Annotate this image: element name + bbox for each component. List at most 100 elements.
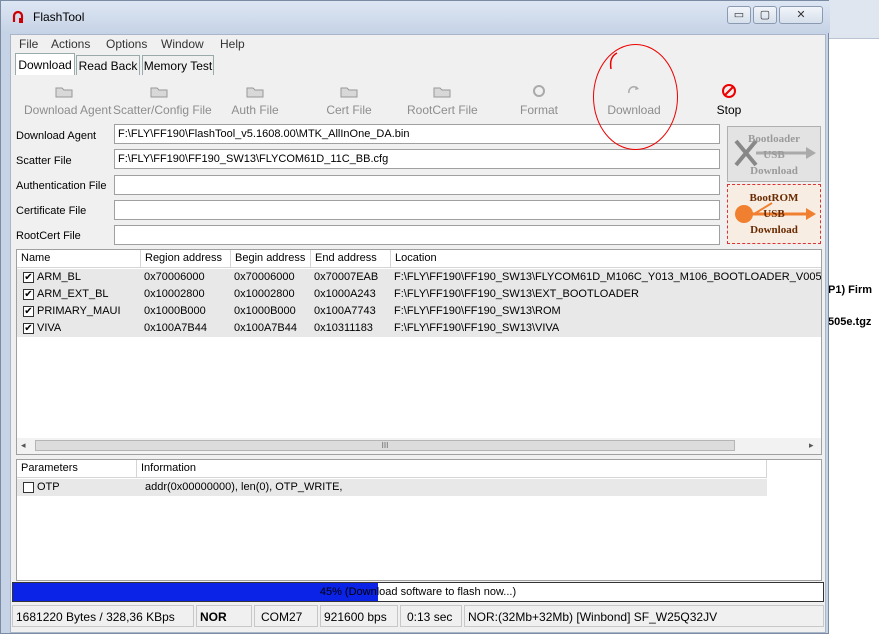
scroll-thumb[interactable]: III	[35, 440, 735, 451]
download-agent-button[interactable]: Download Agent	[24, 83, 112, 119]
cell-begin: 0x1000B000	[234, 305, 296, 317]
menu-window[interactable]: Window	[161, 37, 204, 51]
row-checkbox[interactable]: ✔	[23, 306, 34, 317]
status-time: 0:13 sec	[400, 605, 462, 627]
bootrom-line1: BootROM	[749, 192, 799, 204]
rootcert-file-label: RootCert File	[407, 103, 478, 117]
folder-open-icon	[150, 87, 168, 98]
column-header-information[interactable]: Information	[137, 460, 767, 477]
column-header-parameters[interactable]: Parameters	[17, 460, 137, 477]
menu-file[interactable]: File	[19, 37, 38, 51]
cell-location: F:\FLY\FF190\FF190_SW13\EXT_BOOTLOADER	[394, 288, 639, 300]
tab-read-back[interactable]: Read Back	[76, 55, 140, 75]
row-checkbox[interactable]: ✔	[23, 289, 34, 300]
column-header-name[interactable]: Name	[17, 250, 141, 267]
column-header-begin[interactable]: Begin address	[231, 250, 311, 267]
cert-file-label: Cert File	[326, 103, 372, 117]
certificate-file-field[interactable]	[114, 200, 720, 220]
scroll-left-arrow-icon[interactable]: ◂	[21, 440, 26, 451]
table-row[interactable]: ✔ ARM_EXT_BL 0x10002800 0x10002800 0x1000A24…	[17, 286, 821, 303]
cell-region: 0x70006000	[144, 271, 205, 283]
download-agent-field-label: Download Agent	[16, 130, 97, 142]
cell-name: ARM_BL	[37, 271, 82, 283]
cell-end: 0x70007EAB	[314, 271, 379, 283]
background-divider	[822, 38, 879, 39]
row-checkbox[interactable]: ✔	[23, 323, 34, 334]
parameters-header: Parameters Information	[17, 460, 767, 478]
cell-end: 0x100A7743	[314, 305, 376, 317]
cell-name: PRIMARY_MAUI	[37, 305, 121, 317]
bootrom-usb-download-button[interactable]: BootROM USB Download	[727, 184, 821, 244]
table-row[interactable]: ✔ VIVA 0x100A7B44 0x100A7B44 0x10311183 F:\FL…	[17, 320, 821, 337]
table-row[interactable]: OTP addr(0x00000000), len(0), OTP_WRITE,	[17, 479, 767, 496]
minimize-button[interactable]: ▭	[727, 6, 751, 24]
param-info: addr(0x00000000), len(0), OTP_WRITE,	[145, 481, 343, 493]
folder-open-icon	[246, 87, 264, 98]
auth-file-label: Auth File	[231, 103, 279, 117]
bootrom-line3: Download	[750, 224, 798, 236]
row-checkbox[interactable]: ✔	[23, 272, 34, 283]
cell-region: 0x1000B000	[144, 305, 206, 317]
status-baud: 921600 bps	[320, 605, 398, 627]
title-bar: FlashTool ▭ ▢ ✕	[1, 1, 830, 33]
folder-open-icon	[55, 87, 73, 98]
format-label: Format	[519, 103, 558, 117]
column-header-location[interactable]: Location	[391, 250, 821, 267]
flashtool-window: FlashTool ▭ ▢ ✕ File Actions Options Win…	[0, 0, 830, 634]
background-text-2: 505e.tgz	[828, 316, 872, 328]
rootcert-file-button[interactable]: RootCert File	[407, 83, 478, 119]
format-icon	[533, 85, 545, 97]
status-type: NOR	[196, 605, 252, 627]
stop-icon	[722, 84, 736, 98]
cell-begin: 0x10002800	[234, 288, 295, 300]
bootrom-line2: USB	[763, 208, 785, 220]
cell-begin: 0x70006000	[234, 271, 295, 283]
cell-region: 0x100A7B44	[144, 322, 207, 334]
tab-download[interactable]: Download	[15, 53, 75, 75]
scroll-right-arrow-icon[interactable]: ▸	[809, 440, 814, 451]
stop-button[interactable]: Stop	[711, 83, 747, 119]
column-header-region[interactable]: Region address	[141, 250, 231, 267]
scatter-config-button[interactable]: Scatter/Config File	[113, 83, 212, 119]
certificate-file-field-label: Certificate File	[16, 205, 87, 217]
maximize-button[interactable]: ▢	[753, 6, 777, 24]
column-header-end[interactable]: End address	[311, 250, 391, 267]
authentication-file-field[interactable]	[114, 175, 720, 195]
bootloader-line3: Download	[750, 165, 798, 177]
menu-bar: File Actions Options Window Help	[11, 35, 825, 53]
cell-begin: 0x100A7B44	[234, 322, 297, 334]
cell-location: F:\FLY\FF190\FF190_SW13\FLYCOM61D_M106C_…	[394, 271, 822, 283]
table-row[interactable]: ✔ ARM_BL 0x70006000 0x70006000 0x70007EAB F:\…	[17, 269, 822, 286]
progress-bar: 45% (Download software to flash now...)	[12, 582, 824, 602]
parameters-table: Parameters Information OTP addr(0x000000…	[16, 459, 822, 581]
cert-file-button[interactable]: Cert File	[321, 83, 377, 119]
auth-file-button[interactable]: Auth File	[225, 83, 285, 119]
rootcert-file-field-label: RootCert File	[16, 230, 81, 242]
window-title: FlashTool	[33, 10, 85, 24]
download-agent-label: Download Agent	[24, 103, 112, 117]
status-bar: 1681220 Bytes / 328,36 KBps NOR COM27 92…	[12, 605, 824, 627]
horizontal-scrollbar[interactable]: ◂ III ▸	[17, 438, 821, 454]
stop-label: Stop	[716, 103, 742, 117]
status-port: COM27	[254, 605, 318, 627]
status-bytes: 1681220 Bytes / 328,36 KBps	[12, 605, 194, 627]
menu-help[interactable]: Help	[220, 37, 245, 51]
otp-checkbox[interactable]	[23, 482, 34, 493]
cell-region: 0x10002800	[144, 288, 205, 300]
rootcert-file-field[interactable]	[114, 225, 720, 245]
close-button[interactable]: ✕	[779, 6, 823, 24]
tab-memory-test[interactable]: Memory Test	[142, 55, 214, 75]
menu-actions[interactable]: Actions	[51, 37, 90, 51]
cell-location: F:\FLY\FF190\FF190_SW13\ROM	[394, 305, 561, 317]
menu-options[interactable]: Options	[106, 37, 147, 51]
scatter-file-field[interactable]: F:\FLY\FF190\FF190_SW13\FLYCOM61D_11C_BB…	[114, 149, 720, 169]
table-row[interactable]: ✔ PRIMARY_MAUI 0x1000B000 0x1000B000 0x100A7…	[17, 303, 821, 320]
rom-table: Name Region address Begin address End ad…	[16, 249, 822, 455]
bootloader-line1: Bootloader	[748, 133, 800, 145]
background-text-1: P1) Firm	[828, 284, 873, 296]
format-button[interactable]: Format	[515, 83, 563, 119]
cell-location: F:\FLY\FF190\FF190_SW13\VIVA	[394, 322, 560, 334]
scatter-config-label: Scatter/Config File	[113, 103, 212, 117]
bootloader-usb-download-button[interactable]: Bootloader USB Download	[727, 126, 821, 182]
cell-name: ARM_EXT_BL	[37, 288, 109, 300]
